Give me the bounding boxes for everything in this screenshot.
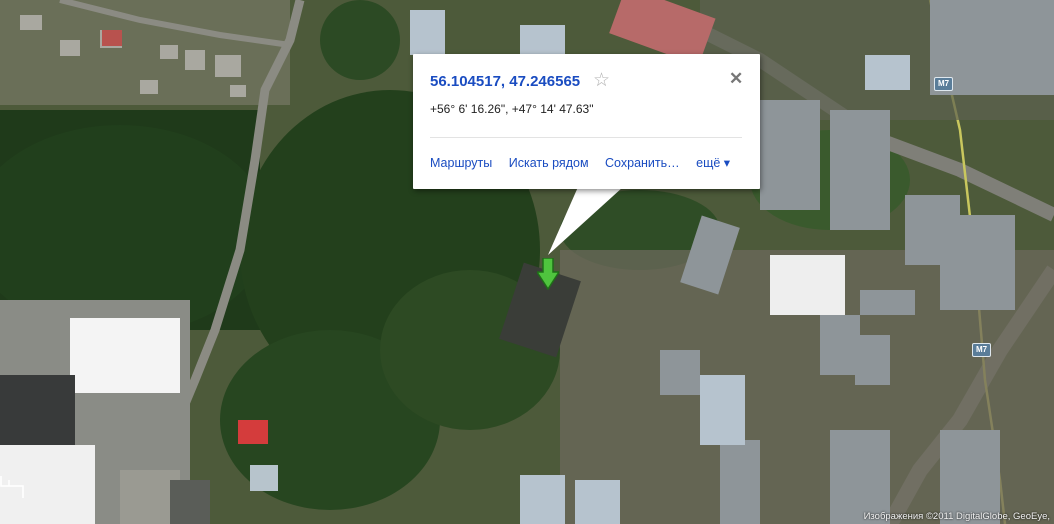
close-icon[interactable]: ✕ xyxy=(729,70,743,87)
coordinates-popup: 56.104517, 47.246565 ☆ ✕ +56° 6' 16.26",… xyxy=(413,54,760,189)
save-link[interactable]: Сохранить… xyxy=(605,156,680,170)
popup-actions: Маршруты Искать рядом Сохранить… ещё ▾ xyxy=(430,155,743,170)
more-link[interactable]: ещё ▾ xyxy=(696,156,730,170)
road-label-m7: M7 xyxy=(934,77,954,91)
coordinates-title[interactable]: 56.104517, 47.246565 xyxy=(430,73,580,90)
green-arrow-marker-icon[interactable] xyxy=(535,257,561,295)
coordinates-dms: +56° 6' 16.26", +47° 14' 47.63" xyxy=(430,102,594,116)
star-icon[interactable]: ☆ xyxy=(593,71,610,90)
scale-bar xyxy=(0,476,30,505)
search-nearby-link[interactable]: Искать рядом xyxy=(509,156,589,170)
routes-link[interactable]: Маршруты xyxy=(430,156,492,170)
road-label-m7: M7 xyxy=(972,343,992,357)
imagery-copyright: Изображения ©2011 DigitalGlobe, GeoEye, xyxy=(863,511,1050,522)
popup-divider xyxy=(430,137,742,138)
popup-tail xyxy=(548,187,628,262)
